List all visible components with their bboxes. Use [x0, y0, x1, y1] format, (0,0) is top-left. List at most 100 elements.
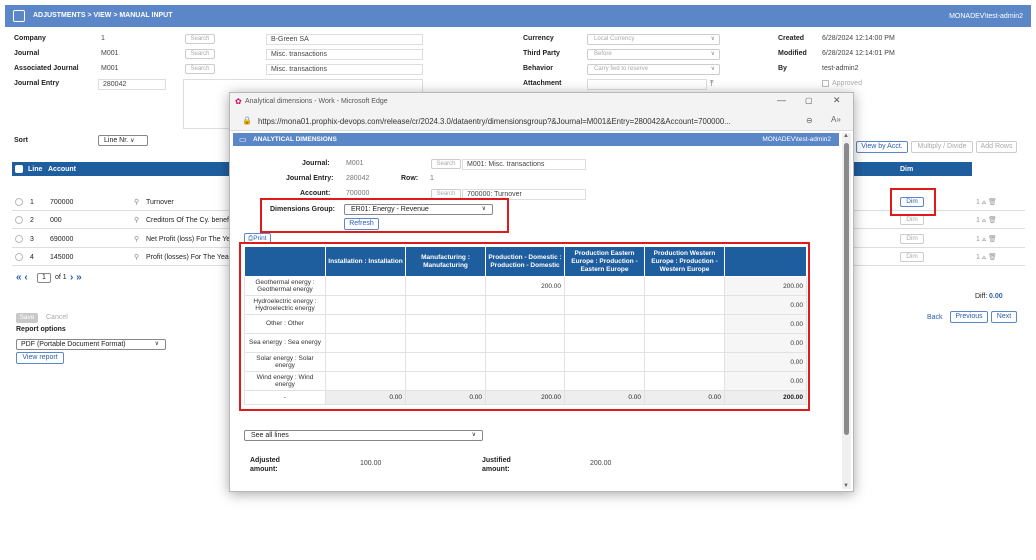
popup-row-value: 1: [426, 174, 486, 185]
vertical-scrollbar[interactable]: ▲ ▼: [842, 133, 851, 489]
scroll-down-icon[interactable]: ▼: [843, 483, 849, 489]
third-party-select[interactable]: Before ∨: [587, 49, 720, 60]
col-account: Account: [48, 166, 76, 173]
read-aloud-icon[interactable]: A»: [831, 115, 841, 124]
report-options-label: Report options: [16, 326, 66, 333]
monitor-icon: ▭: [239, 135, 247, 144]
search-icon[interactable]: ⚲: [134, 253, 139, 261]
lock-icon[interactable]: 🔒: [242, 116, 252, 125]
report-format-value: PDF (Portable Document Format): [21, 341, 126, 348]
row-radio[interactable]: [15, 198, 23, 206]
sort-label: Sort: [14, 137, 28, 144]
view-report-button[interactable]: View report: [16, 352, 64, 364]
upload-icon[interactable]: ⤒: [710, 79, 714, 89]
adjusted-amount-label: Adjusted amount:: [250, 457, 280, 473]
table-row-right: Dim 1 ⩟ 🗑: [850, 231, 1025, 248]
report-format-select[interactable]: PDF (Portable Document Format) ∨: [16, 339, 166, 350]
table-row[interactable]: 3 690000 ⚲ Net Profit (loss) For The Ye: [12, 231, 232, 248]
created-label: Created: [778, 35, 805, 42]
zoom-icon[interactable]: ⊖: [806, 116, 813, 125]
attachment-field[interactable]: [587, 79, 707, 90]
row-line: 3: [30, 236, 34, 243]
back-button[interactable]: Back: [927, 314, 943, 321]
current-user: MONADEV\test-admin2: [949, 13, 1023, 20]
multiply-divide-button[interactable]: Multiply / Divide: [911, 141, 973, 153]
save-button[interactable]: Save: [16, 313, 38, 323]
table-row-right: Dim 1 ⩟ 🗑: [850, 194, 1025, 211]
by-value: test-admin2: [822, 65, 859, 72]
justified-amount-label: Justified amount:: [482, 457, 511, 473]
journal-name-field: Misc. transactions: [266, 49, 423, 60]
search-icon[interactable]: ⚲: [134, 235, 139, 243]
table-row-right: Dim 1 ⩟ 🗑: [850, 212, 1025, 229]
row-actions-icon[interactable]: 1 ⩟ 🗑: [976, 253, 997, 262]
scrollbar-thumb[interactable]: [844, 143, 849, 435]
table-row[interactable]: 4 145000 ⚲ Profit (losses) For The Year: [12, 249, 232, 266]
currency-select[interactable]: Local Currency ∨: [587, 34, 720, 45]
inner-title: ANALYTICAL DIMENSIONS: [253, 136, 337, 143]
chevron-down-icon: ∨: [130, 138, 135, 144]
behavior-value: Carry fwd to reserve: [594, 66, 649, 72]
previous-button[interactable]: Previous: [950, 311, 988, 323]
row-radio[interactable]: [15, 253, 23, 261]
minimize-icon[interactable]: —: [777, 95, 786, 105]
journal-value: M001: [101, 50, 119, 57]
close-icon[interactable]: ✕: [833, 95, 841, 106]
by-label: By: [778, 65, 787, 72]
app-header: ADJUSTMENTS > VIEW > MANUAL INPUT MONADE…: [5, 5, 1031, 27]
journal-entry-label: Journal Entry: [14, 80, 60, 87]
behavior-select[interactable]: Carry fwd to reserve ∨: [587, 64, 720, 75]
search-icon[interactable]: ⚲: [134, 198, 139, 206]
pager-of: of 1: [55, 274, 67, 281]
assoc-journal-name-field: Misc. transactions: [266, 64, 423, 75]
company-search-button[interactable]: Search: [185, 34, 215, 44]
window-title: Analytical dimensions - Work - Microsoft…: [245, 98, 388, 105]
search-icon[interactable]: ⚲: [134, 216, 139, 224]
select-all-checkbox[interactable]: [15, 165, 23, 173]
popup-row-label: Row:: [401, 175, 419, 182]
url-text[interactable]: https://mona01.prophix-devops.com/releas…: [258, 117, 731, 126]
row-line: 2: [30, 217, 34, 224]
approved-label: Approved: [832, 80, 862, 87]
see-all-lines-select[interactable]: See all lines ∨: [244, 430, 483, 441]
row-actions-icon[interactable]: 1 ⩟ 🗑: [976, 216, 997, 225]
row-radio[interactable]: [15, 216, 23, 224]
highlight-dim-button: [890, 188, 936, 216]
pager-page-field[interactable]: 1: [37, 273, 51, 283]
popup-journal-search-button[interactable]: Search: [431, 159, 461, 169]
pager-first-prev-icon[interactable]: « ‹: [16, 272, 28, 283]
row-account: 145000: [50, 254, 74, 261]
pager-next-last-icon[interactable]: › »: [70, 272, 82, 283]
maximize-icon[interactable]: ▢: [805, 96, 813, 105]
row-radio[interactable]: [15, 235, 23, 243]
chevron-down-icon: ∨: [710, 66, 715, 72]
row-desc: Creditors Of The Cy. benef.: [146, 217, 231, 224]
currency-value: Local Currency: [594, 36, 635, 42]
popup-entry-value: 280042: [342, 174, 392, 185]
approved-checkbox[interactable]: [822, 80, 829, 87]
dim-button[interactable]: Dim: [900, 215, 924, 225]
inner-header: ▭ ANALYTICAL DIMENSIONS MONADEV\test-adm…: [233, 133, 839, 146]
modified-value: 6/28/2024 12:14:01 PM: [822, 50, 895, 57]
view-by-acct-button[interactable]: View by Acct.: [856, 141, 908, 153]
journal-label: Journal: [14, 50, 40, 57]
scroll-up-icon[interactable]: ▲: [843, 133, 849, 139]
dim-button[interactable]: Dim: [900, 252, 924, 262]
assoc-journal-search-button[interactable]: Search: [185, 64, 215, 74]
journal-search-button[interactable]: Search: [185, 49, 215, 59]
row-desc: Net Profit (loss) For The Ye: [146, 236, 231, 243]
row-actions-icon[interactable]: 1 ⩟ 🗑: [976, 235, 997, 244]
popup-account-label: Account:: [300, 190, 331, 197]
table-row[interactable]: 1 700000 ⚲ Turnover: [12, 194, 232, 211]
journal-entry-field[interactable]: 280042: [98, 79, 166, 90]
company-value: 1: [101, 35, 105, 42]
sort-select[interactable]: Line Nr. ∨: [98, 135, 148, 146]
popup-journal-label: Journal:: [302, 160, 330, 167]
next-button[interactable]: Next: [991, 311, 1017, 323]
dim-button[interactable]: Dim: [900, 234, 924, 244]
add-rows-button[interactable]: Add Rows: [976, 141, 1017, 153]
table-row[interactable]: 2 000 ⚲ Creditors Of The Cy. benef.: [12, 212, 232, 229]
row-actions-icon[interactable]: 1 ⩟ 🗑: [976, 198, 997, 207]
row-line: 4: [30, 254, 34, 261]
cancel-button[interactable]: Cancel: [46, 314, 68, 321]
